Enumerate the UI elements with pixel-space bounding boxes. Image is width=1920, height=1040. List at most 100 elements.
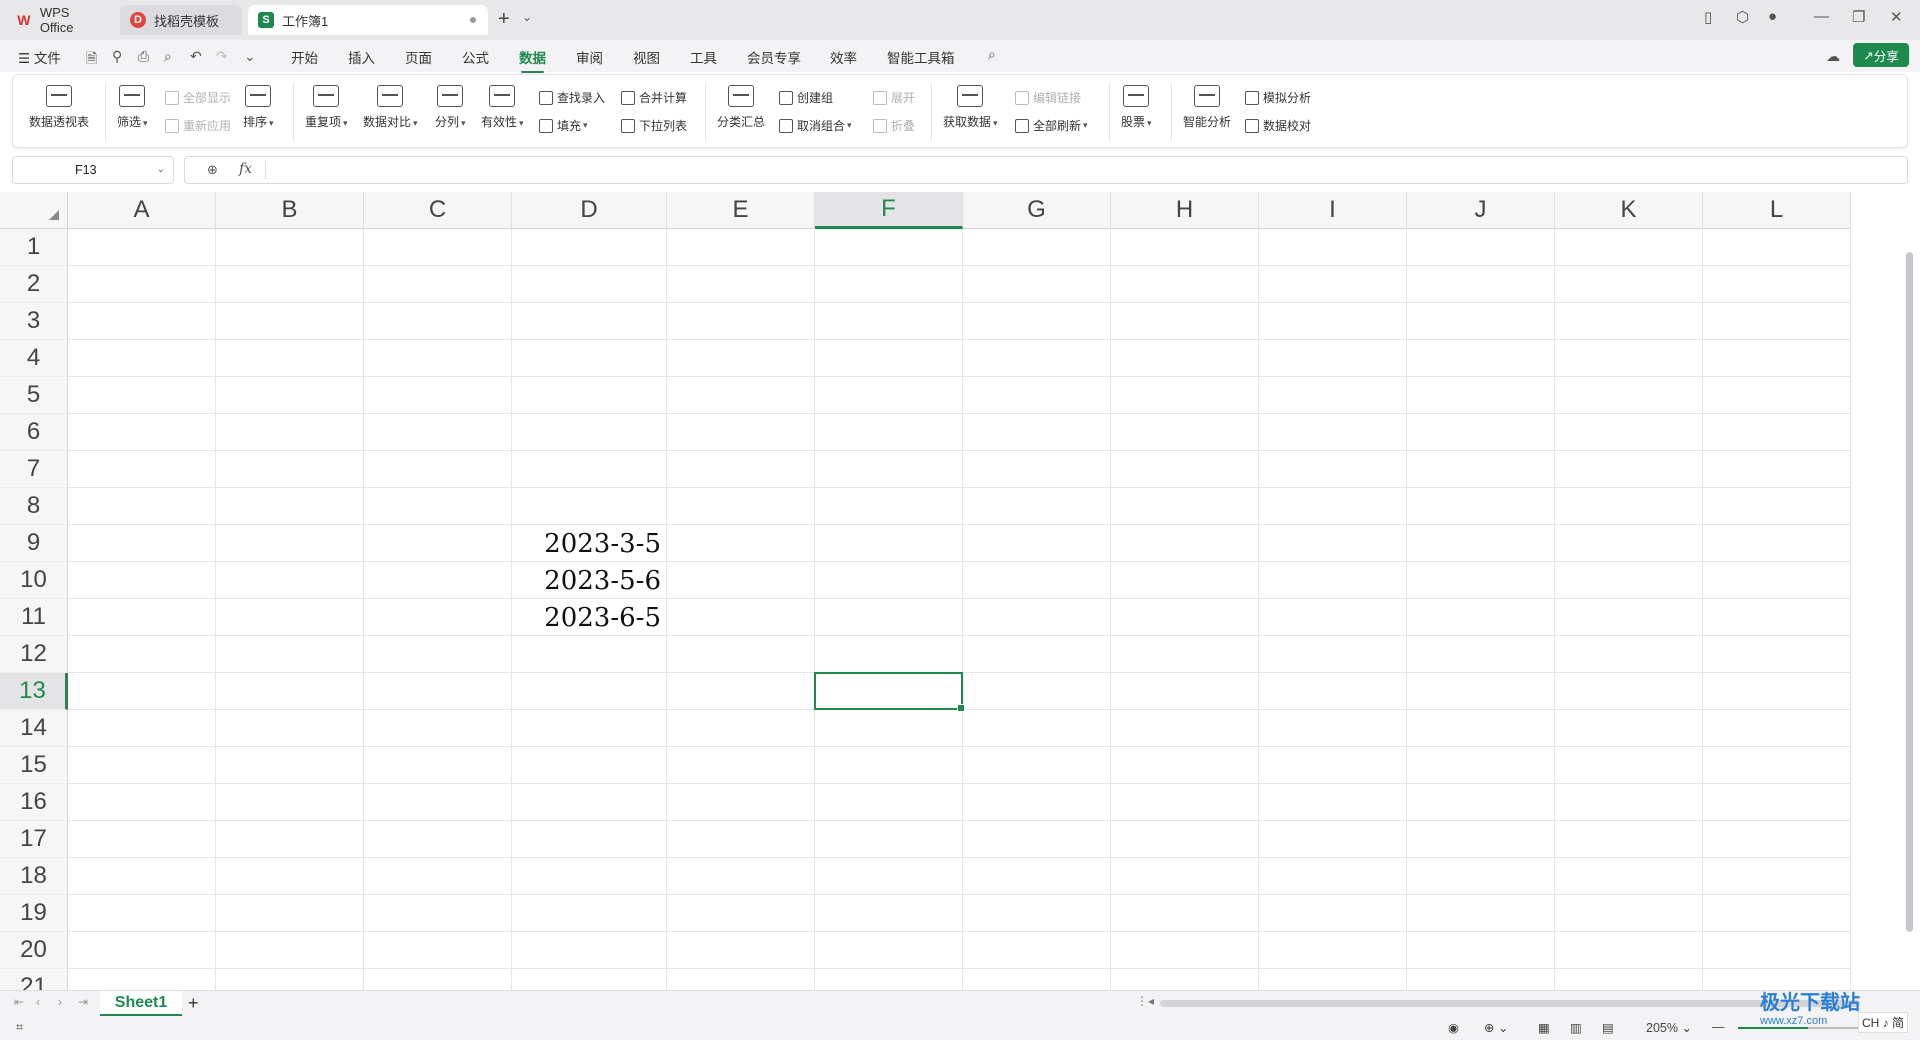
normal-view-icon[interactable]: ▦ — [1538, 1020, 1550, 1035]
quick-access-chevron-icon[interactable]: ⌄ — [244, 48, 256, 65]
minimize-icon[interactable]: — — [1814, 8, 1829, 25]
smart-analysis-button[interactable]: 智能分析 — [1183, 85, 1231, 130]
row-header-4[interactable]: 4 — [0, 340, 68, 377]
column-header-i[interactable]: I — [1259, 192, 1407, 229]
menu-item-start[interactable]: 开始 — [291, 47, 318, 67]
column-header-a[interactable]: A — [68, 192, 216, 229]
row-header-10[interactable]: 10 — [0, 562, 68, 599]
select-all-corner[interactable] — [0, 192, 68, 229]
tab-workbook1[interactable]: S 工作簿1 — [248, 5, 488, 35]
consolidate-button[interactable]: 合并计算 — [621, 89, 687, 106]
chevron-down-icon[interactable]: ⌄ — [157, 164, 165, 175]
eye-protection-icon[interactable]: ◉ — [1448, 1020, 1459, 1035]
search-icon[interactable]: ⌕ — [988, 46, 996, 63]
pivot-table-button[interactable]: 数据透视表 — [29, 85, 89, 130]
menu-item-smart-toolbox[interactable]: 智能工具箱 — [887, 47, 955, 67]
collapse-button[interactable]: 折叠 — [873, 117, 915, 134]
column-header-f[interactable]: F — [815, 192, 963, 229]
row-header-17[interactable]: 17 — [0, 821, 68, 858]
scrollbar-thumb[interactable] — [1906, 252, 1913, 932]
vertical-scrollbar[interactable] — [1906, 232, 1914, 972]
refresh-all-button[interactable]: 全部刷新 ▾ — [1015, 117, 1088, 134]
row-header-6[interactable]: 6 — [0, 414, 68, 451]
data-check-button[interactable]: 数据校对 — [1245, 117, 1311, 134]
row-header-20[interactable]: 20 — [0, 932, 68, 969]
print-icon[interactable]: ⎙ — [138, 48, 149, 65]
duplicates-button[interactable]: 重复项 ▾ — [305, 85, 348, 130]
next-sheet-icon[interactable]: › — [58, 995, 62, 1009]
share-button[interactable]: ↗ 分享 — [1853, 43, 1909, 67]
new-tab-plus-icon[interactable]: + — [498, 8, 510, 31]
stocks-button[interactable]: 股票 ▾ — [1121, 85, 1152, 130]
tab-list-chevron-icon[interactable]: ⌄ — [522, 10, 532, 24]
print-preview-icon[interactable]: ⌕ — [164, 48, 172, 65]
row-header-13[interactable]: 13 — [0, 673, 68, 710]
dropdown-list-button[interactable]: 下拉列表 — [621, 117, 687, 134]
row-header-3[interactable]: 3 — [0, 303, 68, 340]
macro-record-icon[interactable]: ⌗ — [16, 1020, 23, 1035]
row-header-15[interactable]: 15 — [0, 747, 68, 784]
row-header-14[interactable]: 14 — [0, 710, 68, 747]
horizontal-scrollbar[interactable] — [1160, 1000, 1860, 1007]
expand-button[interactable]: 展开 — [873, 89, 915, 106]
row-header-19[interactable]: 19 — [0, 895, 68, 932]
scroll-left-icon[interactable]: ◂ — [1148, 994, 1154, 1008]
column-header-l[interactable]: L — [1703, 192, 1851, 229]
cell-d10[interactable]: 2023-5-6 — [512, 566, 661, 596]
row-header-8[interactable]: 8 — [0, 488, 68, 525]
menu-item-tools[interactable]: 工具 — [690, 47, 717, 67]
name-box[interactable]: F13 ⌄ — [12, 156, 174, 184]
formula-bar[interactable]: ⊕ fx — [184, 156, 1908, 184]
row-header-16[interactable]: 16 — [0, 784, 68, 821]
fill-button[interactable]: 填充 ▾ — [539, 117, 588, 134]
reapply-button[interactable]: 重新应用 — [165, 117, 231, 134]
close-icon[interactable]: ✕ — [1890, 8, 1903, 26]
row-header-11[interactable]: 11 — [0, 599, 68, 636]
active-cell-selection[interactable] — [814, 672, 965, 712]
menu-item-formula[interactable]: 公式 — [462, 47, 489, 67]
column-header-b[interactable]: B — [216, 192, 364, 229]
layout-icon[interactable]: ▯ — [1704, 8, 1712, 26]
lookup-entry-button[interactable]: 查找录入 — [539, 89, 605, 106]
split-column-button[interactable]: 分列 ▾ — [435, 85, 466, 130]
sheet-tab-sheet1[interactable]: Sheet1 — [100, 991, 182, 1016]
undo-icon[interactable]: ↶ — [190, 48, 202, 65]
create-group-button[interactable]: 创建组 — [779, 89, 833, 106]
column-header-e[interactable]: E — [667, 192, 815, 229]
menu-item-page[interactable]: 页面 — [405, 47, 432, 67]
menu-item-view[interactable]: 视图 — [633, 47, 660, 67]
restore-icon[interactable]: ❐ — [1852, 8, 1865, 26]
menu-item-member[interactable]: 会员专享 — [747, 47, 801, 67]
get-data-button[interactable]: 获取数据 ▾ — [943, 85, 998, 130]
save-icon[interactable]: 🗎 — [86, 48, 97, 72]
hscroll-divider-icon[interactable]: ⋮ — [1136, 994, 1148, 1008]
ungroup-button[interactable]: 取消组合 ▾ — [779, 117, 852, 134]
tab-wps-office[interactable]: W WPS Office — [6, 5, 116, 35]
last-sheet-icon[interactable]: ⇥ — [78, 995, 88, 1009]
sort-button[interactable]: 排序 ▾ — [243, 85, 274, 130]
compare-button[interactable]: 数据对比 ▾ — [363, 85, 418, 130]
menu-item-efficiency[interactable]: 效率 — [830, 47, 857, 67]
column-header-j[interactable]: J — [1407, 192, 1555, 229]
page-layout-icon[interactable]: ▥ — [1570, 1020, 1582, 1035]
row-header-7[interactable]: 7 — [0, 451, 68, 488]
show-all-button[interactable]: 全部显示 — [165, 89, 231, 106]
menu-item-data[interactable]: 数据 — [519, 47, 546, 73]
menu-item-insert[interactable]: 插入 — [348, 47, 375, 67]
menu-item-review[interactable]: 审阅 — [576, 47, 603, 67]
column-header-g[interactable]: G — [963, 192, 1111, 229]
row-header-12[interactable]: 12 — [0, 636, 68, 673]
tab-docer-templates[interactable]: D 找稻壳模板 — [120, 5, 242, 35]
add-sheet-button[interactable]: + — [188, 993, 199, 1014]
column-header-h[interactable]: H — [1111, 192, 1259, 229]
zoom-slider[interactable] — [1738, 1027, 1868, 1029]
page-break-icon[interactable]: ▤ — [1602, 1020, 1614, 1035]
column-header-d[interactable]: D — [512, 192, 667, 229]
row-header-21[interactable]: 21 — [0, 969, 68, 990]
subtotal-button[interactable]: 分类汇总 — [717, 85, 765, 130]
spreadsheet-grid[interactable]: A B C D E F G H I J K L 1 2 3 4 5 6 7 8 9 10 11 12 13 14 15 16 17 18 1… — [0, 192, 1920, 990]
row-header-2[interactable]: 2 — [0, 266, 68, 303]
cube-icon[interactable]: ⬡ — [1736, 8, 1749, 26]
redo-icon[interactable]: ↷ — [216, 48, 228, 65]
row-header-9[interactable]: 9 — [0, 525, 68, 562]
